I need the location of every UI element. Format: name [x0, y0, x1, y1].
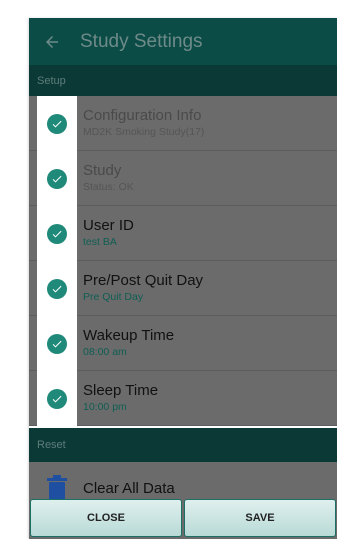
app-screen: Study Settings Setup Configuration Info … [29, 18, 337, 539]
settings-list: Configuration Info MD2K Smoking Study(17… [29, 96, 337, 426]
setting-label: Configuration Info [83, 107, 202, 124]
status-cell [37, 371, 77, 426]
save-button[interactable]: SAVE [184, 499, 336, 537]
setting-sleep-time[interactable]: Sleep Time 10:00 pm [29, 371, 337, 426]
app-bar: Study Settings [29, 18, 337, 65]
setting-label: Pre/Post Quit Day [83, 272, 204, 289]
status-cell [37, 261, 77, 316]
setting-value: 10:00 pm [83, 401, 127, 413]
clear-all-data-label: Clear All Data [83, 480, 175, 497]
setting-quit-day[interactable]: Pre/Post Quit Day Pre Quit Day [29, 261, 337, 316]
setting-label: User ID [83, 217, 134, 234]
setting-configuration-info[interactable]: Configuration Info MD2K Smoking Study(17… [29, 96, 337, 151]
setting-user-id[interactable]: User ID test BA [29, 206, 337, 261]
page-title: Study Settings [80, 30, 203, 52]
setting-value: test BA [83, 236, 117, 248]
trash-icon [47, 475, 67, 501]
arrow-left-icon [46, 35, 58, 48]
setting-value: 08:00 am [83, 346, 127, 358]
status-cell [37, 151, 77, 206]
check-circle-icon [47, 388, 67, 409]
back-button[interactable] [29, 18, 75, 65]
check-circle-icon [47, 223, 67, 244]
status-cell [37, 206, 77, 261]
setting-value: Pre Quit Day [83, 291, 144, 303]
setting-study[interactable]: Study Status: OK [29, 151, 337, 206]
status-cell [37, 316, 77, 371]
close-button[interactable]: CLOSE [30, 499, 182, 537]
section-header-reset: Reset [29, 428, 337, 462]
setting-wakeup-time[interactable]: Wakeup Time 08:00 am [29, 316, 337, 371]
status-cell [37, 96, 77, 151]
check-circle-icon [47, 278, 67, 299]
setting-label: Wakeup Time [83, 327, 175, 344]
section-header-label: Reset [37, 439, 66, 451]
setting-value: Status: OK [83, 181, 134, 193]
section-header-setup: Setup [29, 65, 337, 96]
setting-label: Study [83, 162, 122, 179]
check-circle-icon [47, 333, 67, 354]
section-header-label: Setup [37, 74, 66, 87]
check-circle-icon [47, 168, 67, 189]
setting-value: MD2K Smoking Study(17) [83, 126, 205, 138]
setting-label: Sleep Time [83, 382, 159, 399]
button-bar: CLOSE SAVE [29, 499, 337, 539]
check-circle-icon [47, 113, 67, 134]
